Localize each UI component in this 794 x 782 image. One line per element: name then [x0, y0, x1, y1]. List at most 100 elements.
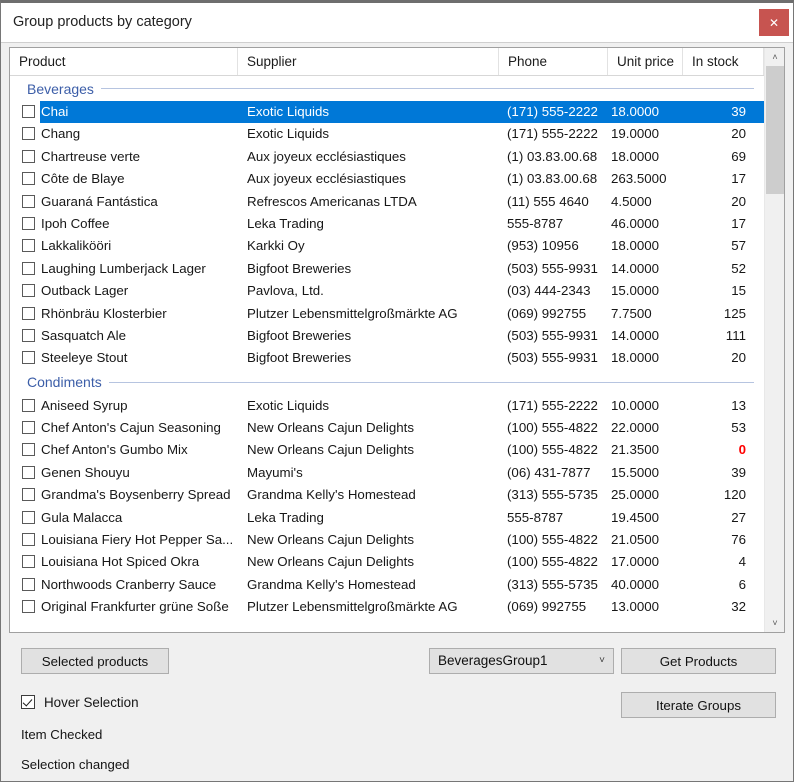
cell-supplier: Aux joyeux ecclésiastiques: [247, 148, 406, 164]
cell-price: 19.0000: [611, 126, 660, 142]
cell-stock: 39: [731, 464, 746, 480]
table-row[interactable]: Genen Shouyu Mayumi's (06) 431-7877 15.5000…: [10, 462, 764, 484]
cell-product: Chef Anton's Gumbo Mix: [41, 442, 188, 458]
row-checkbox[interactable]: [22, 510, 35, 524]
table-row[interactable]: Ipoh Coffee Leka Trading 555-8787 46.0000 17: [10, 213, 764, 235]
row-checkbox[interactable]: [22, 284, 35, 298]
table-row[interactable]: Steeleye Stout Bigfoot Breweries (503) 555…: [10, 347, 764, 369]
cell-product: Chang: [41, 126, 81, 142]
cell-price: 18.0000: [611, 350, 660, 366]
row-checkbox[interactable]: [22, 194, 35, 208]
table-row[interactable]: Chartreuse verte Aux joyeux ecclésiastiqu…: [10, 146, 764, 168]
cell-phone: (1) 03.83.00.68: [507, 148, 598, 164]
get-products-button[interactable]: Get Products: [621, 648, 776, 674]
cell-price: 10.0000: [611, 397, 660, 413]
chevron-down-icon: ˅: [599, 655, 605, 666]
cell-stock: 4: [738, 554, 746, 570]
table-row[interactable]: Aniseed Syrup Exotic Liquids (171) 555-222…: [10, 395, 764, 417]
row-checkbox[interactable]: [22, 105, 35, 118]
table-row[interactable]: Original Frankfurter grüne Soße Plutzer L…: [10, 596, 764, 618]
cell-price: 25.0000: [611, 487, 660, 503]
table-row[interactable]: Côte de Blaye Aux joyeux ecclésiastiques (…: [10, 168, 764, 190]
table-row[interactable]: Rhönbräu Klosterbier Plutzer Lebensmittel…: [10, 303, 764, 325]
cell-price: 46.0000: [611, 215, 660, 231]
table-row[interactable]: Sasquatch Ale Bigfoot Breweries (503) 555-…: [10, 325, 764, 347]
cell-phone: (313) 555-5735: [507, 487, 598, 503]
row-checkbox[interactable]: [22, 555, 35, 569]
row-checkbox[interactable]: [22, 421, 35, 435]
row-checkbox[interactable]: [22, 443, 35, 457]
cell-product: Côte de Blaye: [41, 171, 125, 187]
cell-supplier: Leka Trading: [247, 215, 324, 231]
row-checkbox[interactable]: [22, 239, 35, 253]
cell-product: Genen Shouyu: [41, 464, 130, 480]
cell-price: 17.0000: [611, 554, 660, 570]
group-header[interactable]: Condiments: [10, 370, 764, 395]
table-row[interactable]: Lakkalikööri Karkki Oy (953) 10956 18.0000 5…: [10, 235, 764, 257]
cell-stock: 76: [731, 532, 746, 548]
row-checkbox[interactable]: [22, 216, 35, 230]
row-checkbox[interactable]: [22, 577, 35, 591]
listview-rows[interactable]: Beverages Chai Exotic Liquids (171) 555-222…: [10, 76, 764, 632]
cell-phone: 555-8787: [507, 215, 564, 231]
table-row[interactable]: Gula Malacca Leka Trading 555-8787 19.4500 2…: [10, 507, 764, 529]
table-row[interactable]: Chef Anton's Cajun Seasoning New Orleans …: [10, 417, 764, 439]
row-checkbox[interactable]: [22, 306, 35, 320]
scroll-up-icon[interactable]: ˄: [765, 48, 784, 66]
group-select[interactable]: BeveragesGroup1 ˅: [429, 648, 614, 674]
hover-selection-checkbox[interactable]: Hover Selection: [21, 692, 139, 712]
products-listview[interactable]: Product Supplier Phone Unit price In stock B…: [9, 47, 785, 633]
cell-supplier: New Orleans Cajun Delights: [247, 442, 415, 458]
row-checkbox[interactable]: [22, 600, 35, 614]
table-row[interactable]: Louisiana Fiery Hot Pepper Sa... New Orle…: [10, 529, 764, 551]
row-checkbox[interactable]: [22, 149, 35, 163]
row-checkbox[interactable]: [22, 398, 35, 412]
row-checkbox[interactable]: [22, 261, 35, 275]
cell-supplier: Bigfoot Breweries: [247, 350, 352, 366]
table-row[interactable]: Chai Exotic Liquids (171) 555-2222 18.0000 3…: [10, 101, 764, 124]
cell-supplier: Exotic Liquids: [247, 126, 330, 142]
cell-stock: 20: [731, 193, 746, 209]
cell-price: 7.7500: [611, 305, 652, 321]
table-row[interactable]: Guaraná Fantástica Refrescos Americanas L…: [10, 191, 764, 213]
column-header-label: Supplier: [247, 54, 297, 69]
cell-phone: (069) 992755: [507, 599, 587, 615]
row-checkbox[interactable]: [22, 488, 35, 502]
table-row[interactable]: Chef Anton's Gumbo Mix New Orleans Cajun …: [10, 439, 764, 461]
table-row[interactable]: Laughing Lumberjack Lager Bigfoot Breweri…: [10, 258, 764, 280]
table-row[interactable]: Louisiana Hot Spiced Okra New Orleans Caj…: [10, 551, 764, 573]
row-checkbox[interactable]: [22, 465, 35, 479]
table-row[interactable]: Chang Exotic Liquids (171) 555-2222 19.0000…: [10, 123, 764, 145]
row-checkbox[interactable]: [22, 533, 35, 547]
row-checkbox[interactable]: [22, 127, 35, 141]
cell-product: Original Frankfurter grüne Soße: [41, 599, 229, 615]
cell-phone: (953) 10956: [507, 238, 579, 254]
column-header-supplier[interactable]: Supplier: [238, 48, 499, 75]
cell-stock: 39: [731, 104, 746, 119]
column-header-stock[interactable]: In stock: [683, 48, 764, 75]
checkmark-icon: [21, 695, 35, 709]
cell-price: 19.4500: [611, 509, 660, 525]
column-header-price[interactable]: Unit price: [608, 48, 683, 75]
vertical-scrollbar[interactable]: ˄ ˅: [764, 48, 784, 632]
close-icon[interactable]: ✕: [759, 9, 789, 36]
column-header-phone[interactable]: Phone: [499, 48, 608, 75]
row-checkbox[interactable]: [22, 351, 35, 365]
table-row[interactable]: Northwoods Cranberry Sauce Grandma Kelly'…: [10, 574, 764, 596]
column-header-product[interactable]: Product: [10, 48, 238, 75]
table-row[interactable]: Outback Lager Pavlova, Ltd. (03) 444-2343 1…: [10, 280, 764, 302]
cell-product: Northwoods Cranberry Sauce: [41, 576, 217, 592]
iterate-groups-button[interactable]: Iterate Groups: [621, 692, 776, 718]
row-checkbox[interactable]: [22, 328, 35, 342]
status-item-checked: Item Checked: [21, 727, 103, 742]
group-header[interactable]: Beverages: [10, 76, 764, 101]
title-bar: Group products by category ✕: [1, 3, 793, 43]
cell-price: 15.5000: [611, 464, 660, 480]
table-row[interactable]: Grandma's Boysenberry Spread Grandma Kell…: [10, 484, 764, 506]
scroll-down-icon[interactable]: ˅: [765, 614, 784, 632]
selected-products-button[interactable]: Selected products: [21, 648, 169, 674]
cell-supplier: New Orleans Cajun Delights: [247, 554, 415, 570]
scrollbar-thumb[interactable]: [766, 66, 784, 194]
cell-supplier: Exotic Liquids: [247, 397, 330, 413]
row-checkbox[interactable]: [22, 172, 35, 186]
